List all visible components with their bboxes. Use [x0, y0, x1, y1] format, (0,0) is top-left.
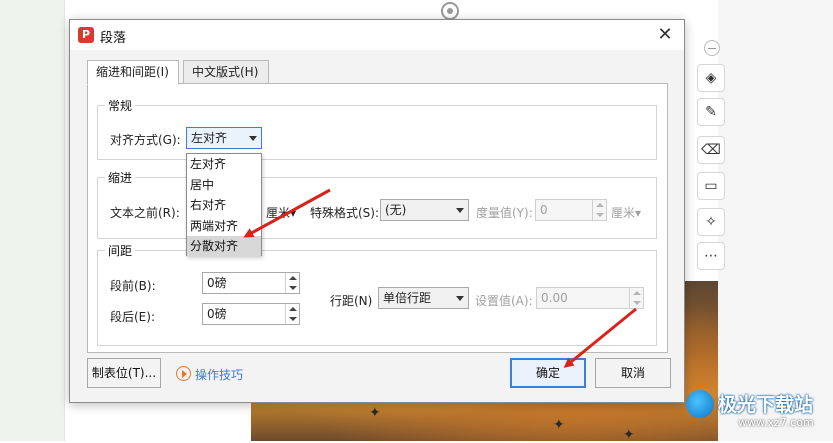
- sparkle-icon[interactable]: ✧: [697, 208, 725, 236]
- spacing-after-value: 0磅: [207, 307, 227, 321]
- dropdown-option-center[interactable]: 居中: [187, 175, 261, 196]
- spacing-before-input[interactable]: 0磅: [202, 272, 300, 294]
- paragraph-dialog: P 段落 ✕ 缩进和间距(I) 中文版式(H) 常规 对齐方式(G): 左对齐 …: [69, 19, 685, 403]
- minus-icon[interactable]: [704, 40, 720, 56]
- pen-icon[interactable]: ✎: [697, 98, 725, 126]
- tab-stops-button[interactable]: 制表位(T)...: [87, 358, 161, 388]
- indent-before-unit-text: 厘米: [266, 206, 291, 220]
- measure-input[interactable]: 0: [535, 199, 607, 221]
- bird-icon: ✦: [369, 405, 381, 421]
- alignment-select[interactable]: 左对齐: [186, 127, 262, 149]
- chevron-down-icon: [456, 296, 464, 301]
- layers-icon[interactable]: ◈: [697, 64, 725, 92]
- dialog-title: 段落: [100, 31, 127, 46]
- indent-before-unit[interactable]: 厘米▾: [266, 204, 296, 221]
- eraser-icon[interactable]: ⌫: [697, 136, 725, 164]
- watermark-text: 极光下载站: [718, 394, 814, 416]
- spacing-before-stepper[interactable]: [285, 273, 299, 293]
- special-format-value: (无): [385, 203, 407, 217]
- measure-value: 0: [540, 203, 548, 217]
- dropdown-option-distributed[interactable]: 分散对齐: [187, 236, 261, 257]
- spacing-after-stepper[interactable]: [285, 304, 299, 324]
- line-spacing-value: 单倍行距: [383, 291, 432, 305]
- group-general: 常规: [97, 97, 657, 160]
- tab-indent-spacing[interactable]: 缩进和间距(I): [87, 60, 179, 85]
- group-indent-title: 缩进: [105, 169, 136, 186]
- setting-value-input[interactable]: 0.00: [536, 287, 644, 309]
- watermark-url: www.xz7.com: [738, 416, 814, 429]
- wps-app-icon: P: [78, 27, 94, 43]
- tab-chinese-layout[interactable]: 中文版式(H): [183, 60, 269, 84]
- spacing-after-input[interactable]: 0磅: [202, 303, 300, 325]
- group-general-title: 常规: [105, 97, 136, 114]
- dialog-titlebar[interactable]: P 段落 ✕: [70, 20, 684, 50]
- spacing-before-label: 段前(B):: [110, 279, 156, 293]
- play-circle-icon: [176, 366, 191, 381]
- measure-unit[interactable]: 厘米▾: [611, 204, 641, 221]
- alignment-label: 对齐方式(G):: [110, 133, 181, 147]
- dropdown-option-right[interactable]: 右对齐: [187, 195, 261, 216]
- ok-button[interactable]: 确定: [510, 358, 586, 388]
- setting-value-label: 设置值(A):: [475, 294, 533, 308]
- indent-before-label: 文本之前(R):: [110, 206, 180, 220]
- setting-value: 0.00: [541, 291, 568, 305]
- group-spacing-title: 间距: [105, 242, 136, 259]
- chevron-down-icon: [456, 208, 464, 213]
- tips-link-text: 操作技巧: [195, 368, 244, 382]
- measure-label: 度量值(Y):: [476, 206, 533, 220]
- measure-stepper[interactable]: [592, 200, 606, 220]
- line-spacing-select[interactable]: 单倍行距: [378, 287, 469, 309]
- setting-value-stepper[interactable]: [629, 288, 643, 308]
- more-icon[interactable]: ⋯: [697, 242, 725, 270]
- spacing-after-label: 段后(E):: [110, 310, 155, 324]
- alignment-select-value: 左对齐: [191, 131, 228, 145]
- bird-icon: ✦: [553, 417, 565, 433]
- spacing-before-value: 0磅: [207, 276, 227, 290]
- laptop-icon[interactable]: ▭: [697, 172, 725, 200]
- watermark-logo-icon: [686, 390, 714, 418]
- alignment-dropdown-list: 左对齐 居中 右对齐 两端对齐 分散对齐: [186, 153, 262, 257]
- watermark: 极光下载站 www.xz7.com: [686, 386, 831, 436]
- special-format-select[interactable]: (无): [380, 199, 469, 221]
- dropdown-option-left[interactable]: 左对齐: [187, 154, 261, 175]
- right-gray-area: [718, 0, 833, 441]
- rotate-handle-icon[interactable]: [441, 2, 459, 20]
- measure-unit-text: 厘米: [611, 206, 636, 220]
- cancel-button[interactable]: 取消: [595, 358, 671, 388]
- left-margin-panel: [0, 0, 65, 441]
- dropdown-option-justify[interactable]: 两端对齐: [187, 216, 261, 237]
- close-icon[interactable]: ✕: [654, 24, 676, 46]
- special-format-label: 特殊格式(S):: [310, 206, 380, 220]
- chevron-down-icon: [249, 136, 257, 141]
- line-spacing-label: 行距(N): [330, 294, 373, 308]
